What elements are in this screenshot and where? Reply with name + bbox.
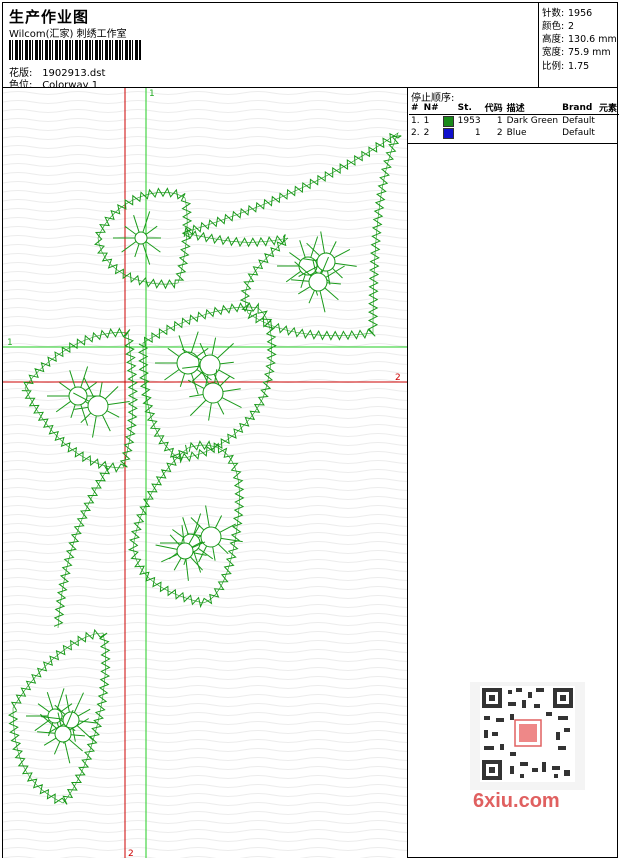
table-header-row: # N# St. 代码 描述 Brand 元素 xyxy=(409,101,619,115)
stitch-circle xyxy=(134,231,148,245)
stat-width: 宽度: 75.9 mm xyxy=(542,47,611,58)
barcode xyxy=(9,40,141,60)
col-swatch xyxy=(440,101,456,115)
table-row[interactable]: 1. 1 1953 1 Dark Green Default xyxy=(409,115,619,128)
stitch-circle xyxy=(308,272,328,292)
color-swatch xyxy=(442,127,454,139)
document-header: 生产作业图 Wilcom(汇家) 刺绣工作室 花版: 1902913.dst 色… xyxy=(3,3,617,91)
stitch-circle xyxy=(202,382,224,404)
watermark-url: 6xiu.com xyxy=(473,790,560,812)
col-element: 元素 xyxy=(596,101,619,115)
axis-label-h-right: 2 xyxy=(395,373,401,383)
stitch-circle xyxy=(68,386,88,406)
axis-label-h-left: 1 xyxy=(7,338,13,348)
col-desc: 描述 xyxy=(504,101,561,115)
stitch-circle xyxy=(176,542,194,560)
stat-colors: 颜色: 2 xyxy=(542,21,575,32)
stitch-circle xyxy=(54,725,72,743)
stat-scale: 比例: 1.75 xyxy=(542,61,590,72)
stitch-circle xyxy=(87,395,109,417)
stitch-circle xyxy=(176,351,200,375)
col-st: St. xyxy=(455,101,483,115)
axis-label-v-bottom: 2 xyxy=(128,849,134,858)
color-swatch xyxy=(442,115,454,127)
col-index: # xyxy=(409,101,422,115)
col-n: N# xyxy=(421,101,441,115)
col-brand: Brand xyxy=(560,101,597,115)
stitch-circle xyxy=(200,526,222,548)
stop-sequence-table: # N# St. 代码 描述 Brand 元素 1. 1 1953 1 Dark… xyxy=(409,101,619,139)
col-code: 代码 xyxy=(482,101,505,115)
design-canvas[interactable]: 1 2 1 2 xyxy=(3,88,408,858)
stat-stitches: 针数: 1956 xyxy=(542,8,593,19)
table-row[interactable]: 2. 2 1 2 Blue Default xyxy=(409,127,619,139)
stat-height: 高度: 130.6 mm xyxy=(542,34,617,45)
studio-name: Wilcom(汇家) 刺绣工作室 xyxy=(9,29,127,40)
embroidery-preview: 1 2 1 2 xyxy=(3,88,407,858)
page-title: 生产作业图 xyxy=(9,8,90,26)
axis-label-v-top: 1 xyxy=(149,89,155,99)
stop-sequence-panel: 停止顺序: # N# St. 代码 描述 Brand 元素 1. 1 1953 … xyxy=(408,88,619,144)
stats-box: 针数: 1956 颜色: 2 高度: 130.6 mm 宽度: 75.9 mm 比例: 1… xyxy=(538,3,617,87)
stitch-circle xyxy=(199,354,221,376)
